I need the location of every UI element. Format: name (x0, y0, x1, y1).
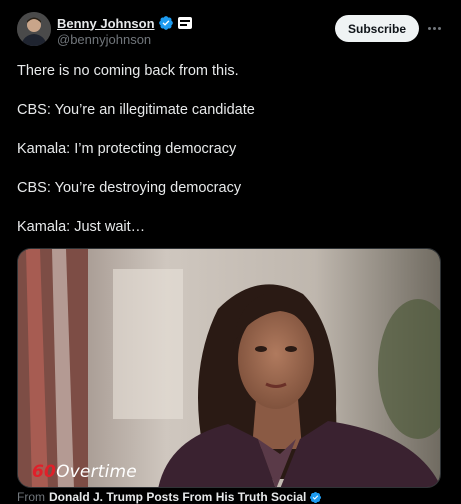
more-icon[interactable] (426, 18, 442, 38)
source-account-link[interactable]: Donald J. Trump Posts From His Truth Soc… (49, 490, 306, 504)
verified-badge-icon (310, 491, 322, 503)
subscribe-button[interactable]: Subscribe (335, 15, 419, 42)
tweet-text-line: CBS: You’re an illegitimate candidate (17, 102, 255, 118)
logo-60-text: 60 (32, 462, 57, 482)
author-name[interactable]: Benny Johnson (57, 16, 155, 31)
tweet-text-line: CBS: You’re destroying democracy (17, 180, 242, 196)
logo-overtime-text: Overtime (56, 462, 137, 482)
source-attribution: From Donald J. Trump Posts From His Trut… (17, 490, 322, 504)
tweet-text-line: Kamala: I’m protecting democracy (17, 141, 237, 157)
video-still (18, 249, 440, 487)
affiliation-badge-icon[interactable] (177, 17, 192, 29)
tweet: Benny Johnson @bennyjohnson Subscribe Th… (0, 0, 461, 504)
author-name-row: Benny Johnson (57, 14, 192, 32)
video-thumbnail[interactable]: 60Overtime (17, 248, 441, 488)
verified-badge-icon (158, 16, 173, 30)
tweet-text-line: Kamala: Just wait… (17, 219, 146, 235)
sixty-minutes-overtime-logo: 60Overtime (32, 461, 162, 485)
source-prefix: From (17, 490, 45, 504)
avatar[interactable] (17, 12, 51, 46)
tweet-text-line: There is no coming back from this. (17, 63, 239, 79)
avatar-image (17, 12, 51, 46)
author-handle[interactable]: @bennyjohnson (57, 32, 151, 47)
